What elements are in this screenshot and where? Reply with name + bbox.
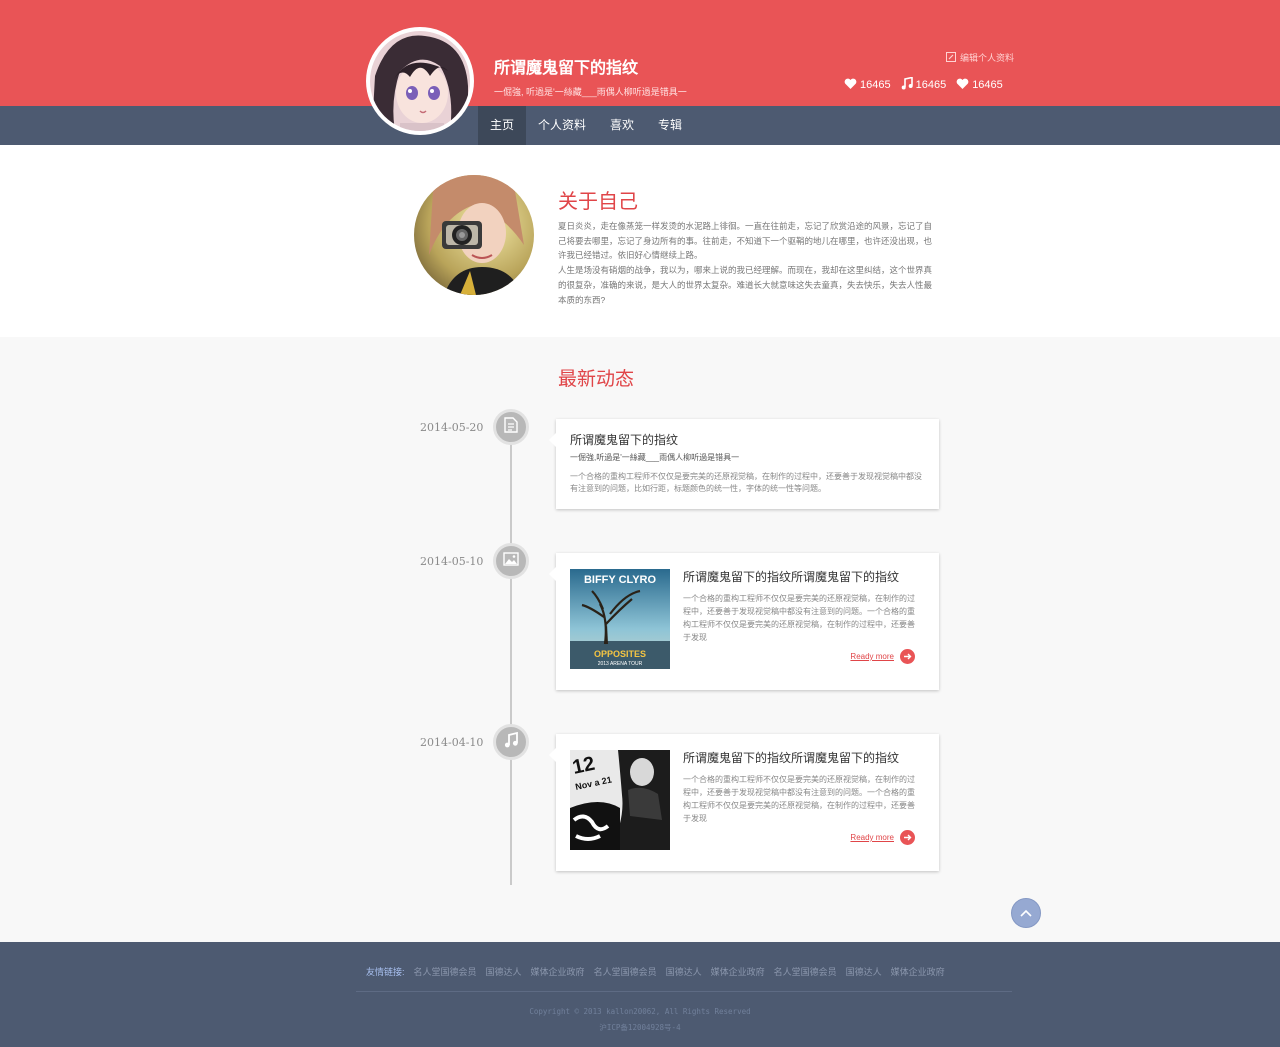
read-more-label: Ready more: [850, 833, 894, 842]
stat-music[interactable]: 16465: [901, 76, 947, 93]
avatar[interactable]: [366, 27, 474, 135]
card-body: 一个合格的重构工程师不仅仅是要完美的还原视觉稿，在制作的过程中，还要善于发现视觉…: [683, 775, 915, 823]
stat-value: 16465: [972, 79, 1003, 91]
album-name: OPPOSITES: [594, 649, 646, 659]
card-subtitle: 一倔強,听過是'一絲藏___雨偶人柳听過是错具一: [570, 453, 740, 462]
icp-number: 沪ICP备12004928号-4: [599, 1023, 681, 1032]
nav-item-likes[interactable]: 喜欢: [598, 106, 646, 145]
timeline-card[interactable]: 所谓魔鬼留下的指纹 一倔強,听過是'一絲藏___雨偶人柳听過是错具一 一个合格的…: [549, 419, 939, 509]
avatar-image: [370, 31, 470, 131]
edit-profile-link[interactable]: 编辑个人资料: [946, 51, 1014, 64]
card-title: 所谓魔鬼留下的指纹所谓魔鬼留下的指纹: [683, 570, 900, 584]
timeline-line: [510, 443, 512, 885]
arrow-right-icon: [900, 649, 915, 664]
card-body: 一个合格的重构工程师不仅仅是要完美的还原视觉稿，在制作的过程中，还要善于发现视觉…: [683, 594, 915, 642]
footer-link[interactable]: 媒体企业政府: [531, 965, 585, 978]
timeline-date: 2014-05-20: [420, 421, 484, 434]
album-tour: 2013 ARENA TOUR: [598, 661, 643, 667]
back-to-top-button[interactable]: [1011, 898, 1041, 928]
music-note-icon: [901, 76, 913, 93]
about-paragraph: 人生是场没有硝烟的战争，我以为，哪来上说的我已经理解。而现在，我却在这里纠结，这…: [558, 265, 933, 305]
card-title: 所谓魔鬼留下的指纹: [570, 433, 679, 447]
footer-link[interactable]: 国德达人: [846, 965, 882, 978]
card-body: 一个合格的重构工程师不仅仅是要完美的还原视觉稿，在制作的过程中，还要善于发现视觉…: [570, 472, 922, 493]
timeline-marker: [493, 409, 529, 445]
profile-tagline: 一倔強, 听過是'一絲藏___雨偶人柳听過是错具一: [494, 87, 687, 97]
chevron-up-icon: [1020, 904, 1032, 922]
image-icon: [503, 551, 519, 571]
friend-links: 友情链接: 名人堂国德会员 国德达人 媒体企业政府 名人堂国德会员 国德达人 媒…: [366, 965, 945, 978]
about-photo: [414, 175, 534, 295]
read-more-label: Ready more: [850, 652, 894, 661]
timeline-date: 2014-05-10: [420, 555, 484, 568]
stat-likes[interactable]: 16465: [844, 77, 891, 93]
album-cover[interactable]: BIFFY CLYRO OPPOSITES 2013 ARENA TOUR: [570, 569, 670, 669]
footer-link[interactable]: 媒体企业政府: [711, 965, 765, 978]
arrow-right-icon: [900, 830, 915, 845]
poster-line1: 12: [570, 753, 596, 779]
timeline-marker: [493, 543, 529, 579]
about-text: 夏日炎炎，走在像蒸笼一样发烫的水泥路上徘徊。一直在往前走，忘记了欣赏沿途的风景，…: [558, 219, 938, 307]
footer-link[interactable]: 国德达人: [666, 965, 702, 978]
read-more-link[interactable]: Ready more: [850, 830, 915, 845]
footer-link[interactable]: 名人堂国德会员: [594, 965, 657, 978]
timeline-marker: [493, 724, 529, 760]
copyright: Copyright © 2013 kallon20062, All Rights…: [529, 1007, 751, 1016]
footer: 友情链接: 名人堂国德会员 国德达人 媒体企业政府 名人堂国德会员 国德达人 媒…: [0, 942, 1280, 1047]
nav-item-albums[interactable]: 专辑: [646, 106, 694, 145]
footer-link[interactable]: 媒体企业政府: [891, 965, 945, 978]
timeline-card[interactable]: BIFFY CLYRO OPPOSITES 2013 ARENA TOUR 所谓…: [549, 553, 939, 690]
about-title: 关于自己: [558, 191, 638, 213]
edit-icon: [946, 51, 956, 64]
profile-name: 所谓魔鬼留下的指纹: [494, 60, 639, 77]
music-note-icon: [504, 731, 519, 753]
timeline-title: 最新动态: [558, 369, 635, 390]
main-nav: 主页 个人资料 喜欢 专辑: [478, 106, 694, 145]
stat-value: 16465: [860, 79, 891, 91]
nav-item-home[interactable]: 主页: [478, 106, 527, 145]
album-band: BIFFY CLYRO: [584, 574, 657, 586]
stat-value: 16465: [915, 79, 947, 91]
document-icon: [504, 416, 518, 438]
heart-icon: [844, 78, 857, 93]
footer-link[interactable]: 名人堂国德会员: [414, 965, 477, 978]
edit-profile-label: 编辑个人资料: [960, 53, 1015, 63]
about-section: 关于自己 夏日炎炎，走在像蒸笼一样发烫的水泥路上徘徊。一直在往前走，忘记了欣赏沿…: [0, 145, 1280, 337]
timeline-card[interactable]: 12 Nov a 21 所谓魔鬼留下的指纹所谓魔鬼留下的指纹 一个合格的重构工程…: [549, 734, 939, 871]
footer-link[interactable]: 名人堂国德会员: [774, 965, 837, 978]
timeline-date: 2014-04-10: [420, 736, 484, 749]
stat-favorites[interactable]: 16465: [956, 77, 1003, 93]
about-paragraph: 夏日炎炎，走在像蒸笼一样发烫的水泥路上徘徊。一直在往前走，忘记了欣赏沿途的风景，…: [558, 221, 933, 261]
card-title: 所谓魔鬼留下的指纹所谓魔鬼留下的指纹: [683, 751, 900, 765]
friend-links-label: 友情链接:: [366, 967, 405, 977]
poster-image[interactable]: 12 Nov a 21: [570, 750, 670, 850]
nav-item-profile[interactable]: 个人资料: [526, 106, 598, 145]
profile-stats: 16465 16465 16465: [844, 76, 1003, 93]
footer-link[interactable]: 国德达人: [486, 965, 522, 978]
heart-icon: [956, 78, 969, 93]
footer-divider: [356, 991, 1012, 992]
read-more-link[interactable]: Ready more: [850, 649, 915, 664]
